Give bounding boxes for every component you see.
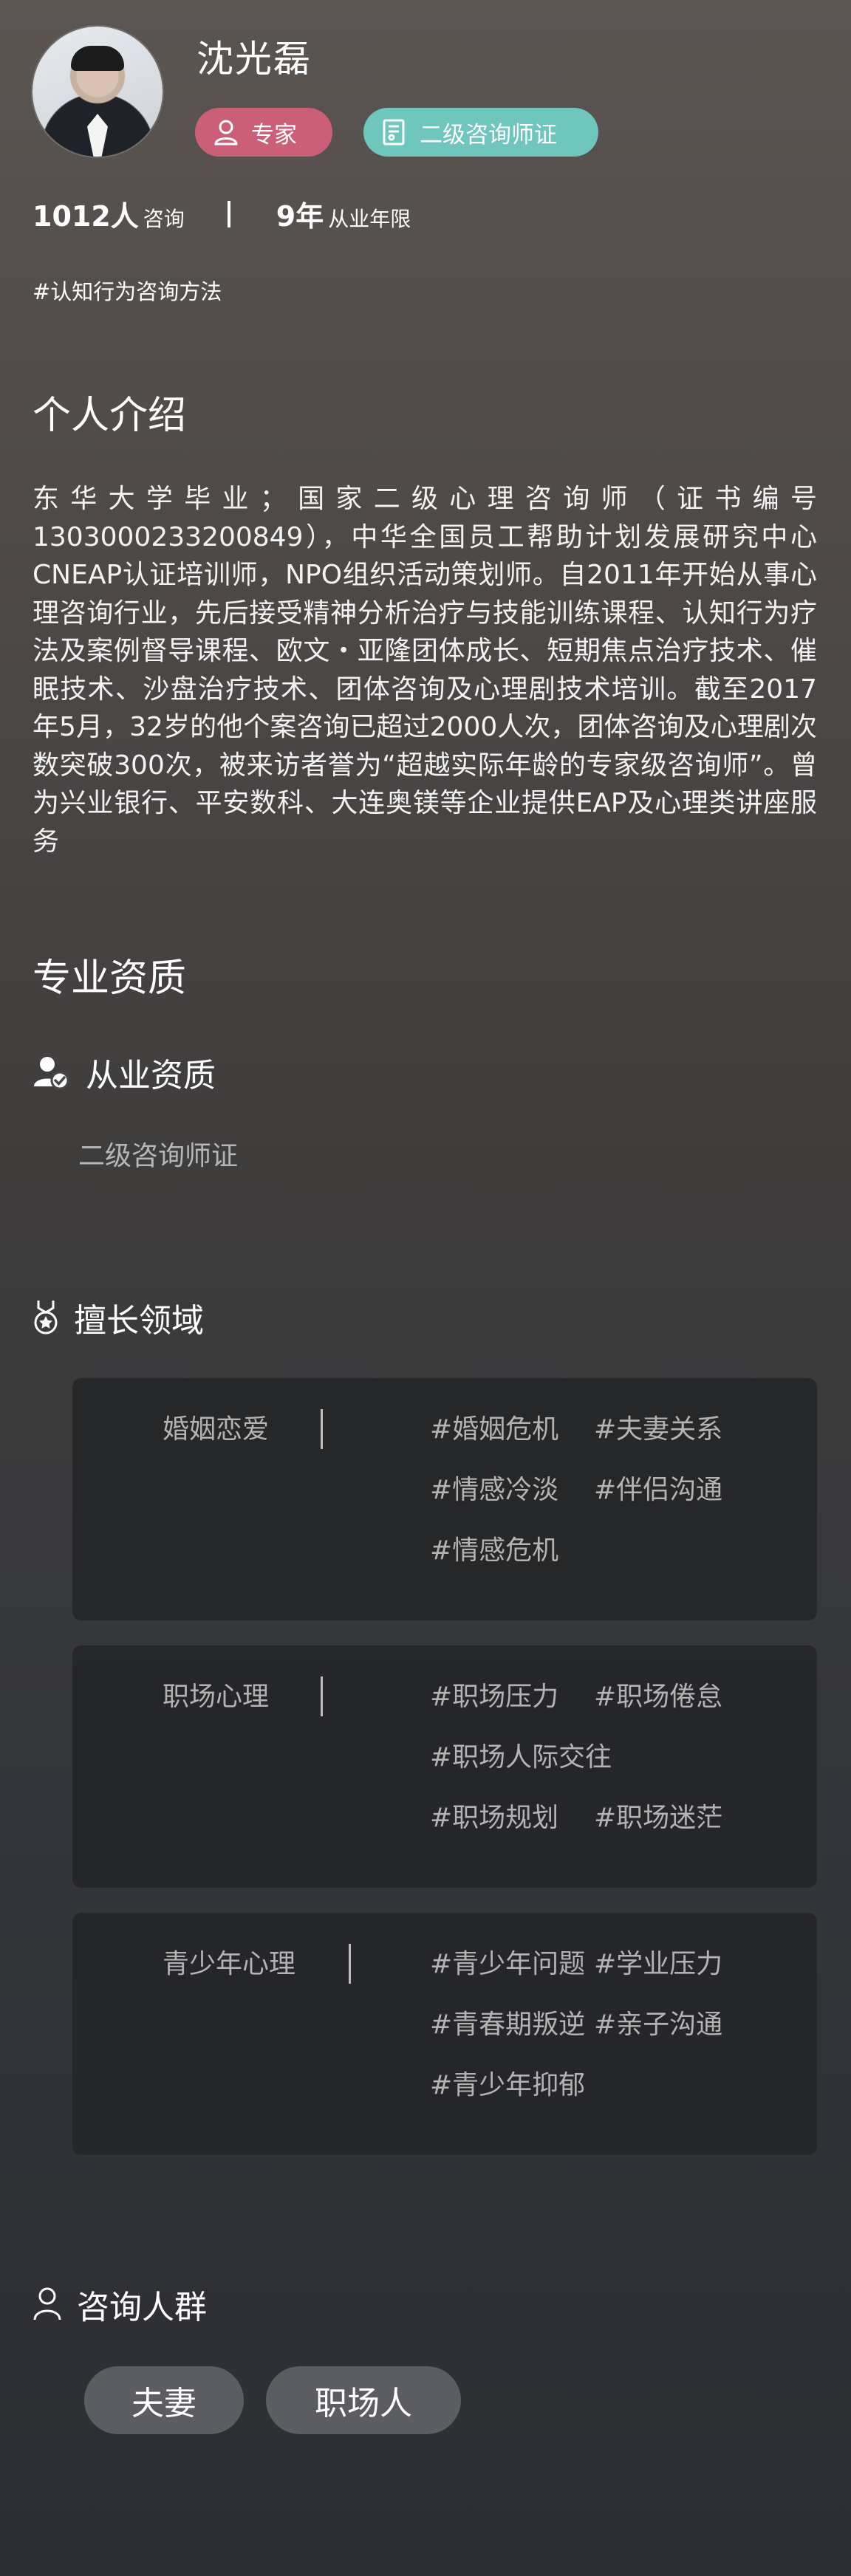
intro-title: 个人介绍 — [33, 394, 187, 438]
specialty-tag[interactable]: #职场倦怠 — [594, 1675, 722, 1713]
specialty-tag[interactable]: #青少年抑郁 — [430, 2063, 585, 2102]
crowd-pill-couples[interactable]: 夫妻 — [84, 2366, 244, 2434]
category-divider — [321, 1409, 323, 1449]
specialty-tag[interactable]: #情感冷淡 — [430, 1468, 558, 1507]
medal-icon — [33, 1299, 59, 1336]
specialty-card-youth: 青少年心理 #青少年问题 #学业压力 #青春期叛逆 #亲子沟通 #青少年抑郁 — [72, 1913, 817, 2155]
specialty-tag[interactable]: #职场规划 — [430, 1796, 558, 1835]
specialty-category: 青少年心理 — [163, 1949, 296, 1979]
specialty-tag[interactable]: #伴侣沟通 — [594, 1468, 722, 1507]
specialty-tag[interactable]: #职场人际交往 — [430, 1736, 612, 1774]
certificate-badge-label: 二级咨询师证 — [420, 121, 557, 148]
qualification-certificate: 二级咨询师证 — [78, 1141, 239, 1171]
avatar[interactable] — [33, 27, 163, 157]
specialty-tag[interactable]: #职场压力 — [430, 1675, 558, 1713]
specialty-category: 职场心理 — [163, 1682, 270, 1712]
avatar-shirt — [87, 114, 108, 157]
specialty-card-workplace: 职场心理 #职场压力 #职场倦怠 #职场人际交往 #职场规划 #职场迷茫 — [72, 1645, 817, 1888]
category-divider — [321, 1676, 323, 1716]
person-outline-icon — [33, 2286, 62, 2323]
years-label: 从业年限 — [328, 207, 411, 231]
expert-badge-label: 专家 — [251, 121, 297, 148]
specialty-card-marriage: 婚姻恋爱 #婚姻危机 #夫妻关系 #情感冷淡 #伴侣沟通 #情感危机 — [72, 1378, 817, 1620]
avatar-hair — [71, 46, 124, 71]
practice-qualification-heading: 从业资质 — [33, 1049, 216, 1096]
verified-user-icon — [33, 1054, 69, 1091]
specialty-tag[interactable]: #青少年问题 — [430, 1942, 585, 1981]
specialty-tag[interactable]: #学业压力 — [594, 1942, 722, 1981]
specialties-title: 擅长领域 — [74, 1302, 204, 1340]
method-tag: #认知行为咨询方法 — [33, 279, 222, 304]
stats-divider — [227, 200, 230, 227]
practice-qualification-title: 从业资质 — [86, 1057, 216, 1095]
specialty-tag[interactable]: #夫妻关系 — [594, 1408, 722, 1446]
qualifications-title: 专业资质 — [33, 956, 187, 1001]
specialties-heading: 擅长领域 — [33, 1294, 204, 1341]
counselor-name: 沈光磊 — [196, 38, 312, 80]
category-divider — [349, 1944, 351, 1984]
user-icon — [211, 117, 241, 147]
intro-text: 东华大学毕业；国家二级心理咨询师（证书编号1303000233200849），中… — [33, 484, 817, 857]
consult-count: 1012人 — [33, 200, 139, 233]
expert-badge: 专家 — [195, 108, 332, 157]
certificate-icon — [380, 117, 409, 147]
specialty-tag[interactable]: #亲子沟通 — [594, 2003, 722, 2041]
consult-crowd-title: 咨询人群 — [77, 2289, 207, 2326]
specialty-category: 婚姻恋爱 — [163, 1414, 270, 1445]
specialty-tag[interactable]: #职场迷茫 — [594, 1796, 722, 1835]
consult-label: 咨询 — [143, 207, 185, 231]
crowd-pill-workplace[interactable]: 职场人 — [266, 2366, 461, 2434]
years-count: 9年 — [276, 200, 324, 233]
specialty-tag[interactable]: #青春期叛逆 — [430, 2003, 585, 2041]
consult-crowd-heading: 咨询人群 — [33, 2281, 207, 2328]
stats-row: 1012人 咨询 9年 从业年限 — [33, 193, 411, 234]
certificate-badge: 二级咨询师证 — [363, 108, 598, 157]
specialty-tag[interactable]: #婚姻危机 — [430, 1408, 558, 1446]
specialty-tag[interactable]: #情感危机 — [430, 1529, 558, 1567]
